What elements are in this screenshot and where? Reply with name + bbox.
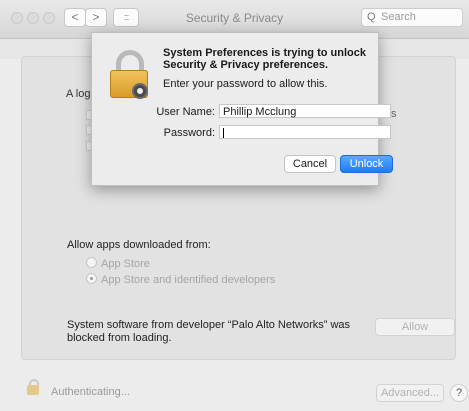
lock-icon[interactable]: [27, 379, 39, 396]
radio-button-selected-icon: [86, 273, 97, 284]
user-name-field[interactable]: Phillip Mcclung: [219, 104, 391, 118]
radio-label: App Store: [101, 258, 150, 270]
help-button[interactable]: ?: [450, 384, 468, 402]
unlock-button[interactable]: Unlock: [340, 155, 393, 173]
search-icon: Q: [367, 11, 376, 23]
allow-apps-heading: Allow apps downloaded from:: [67, 239, 211, 251]
authenticating-status: Authenticating...: [51, 386, 130, 398]
text-caret: [223, 128, 224, 138]
panel-label-partial-right: s: [391, 108, 397, 120]
radio-app-store[interactable]: App Store: [86, 257, 150, 270]
blocked-software-message: System software from developer “Palo Alt…: [67, 319, 351, 344]
dialog-title: System Preferences is trying to unlock S…: [163, 47, 366, 71]
security-lock-icon: [108, 50, 152, 99]
cancel-button[interactable]: Cancel: [284, 155, 336, 173]
password-label: Password:: [163, 127, 215, 139]
search-input[interactable]: Q Search: [361, 8, 463, 27]
password-field[interactable]: [219, 125, 391, 139]
dialog-subtitle: Enter your password to allow this.: [163, 78, 328, 90]
user-name-label: User Name:: [156, 106, 215, 118]
radio-button-icon: [86, 257, 97, 268]
radio-app-store-identified[interactable]: App Store and identified developers: [86, 273, 275, 286]
radio-label: App Store and identified developers: [101, 274, 276, 286]
search-placeholder: Search: [381, 11, 416, 23]
login-password-label-partial: A log: [66, 88, 91, 100]
allow-button[interactable]: Allow: [375, 318, 455, 336]
advanced-button[interactable]: Advanced...: [376, 384, 444, 402]
